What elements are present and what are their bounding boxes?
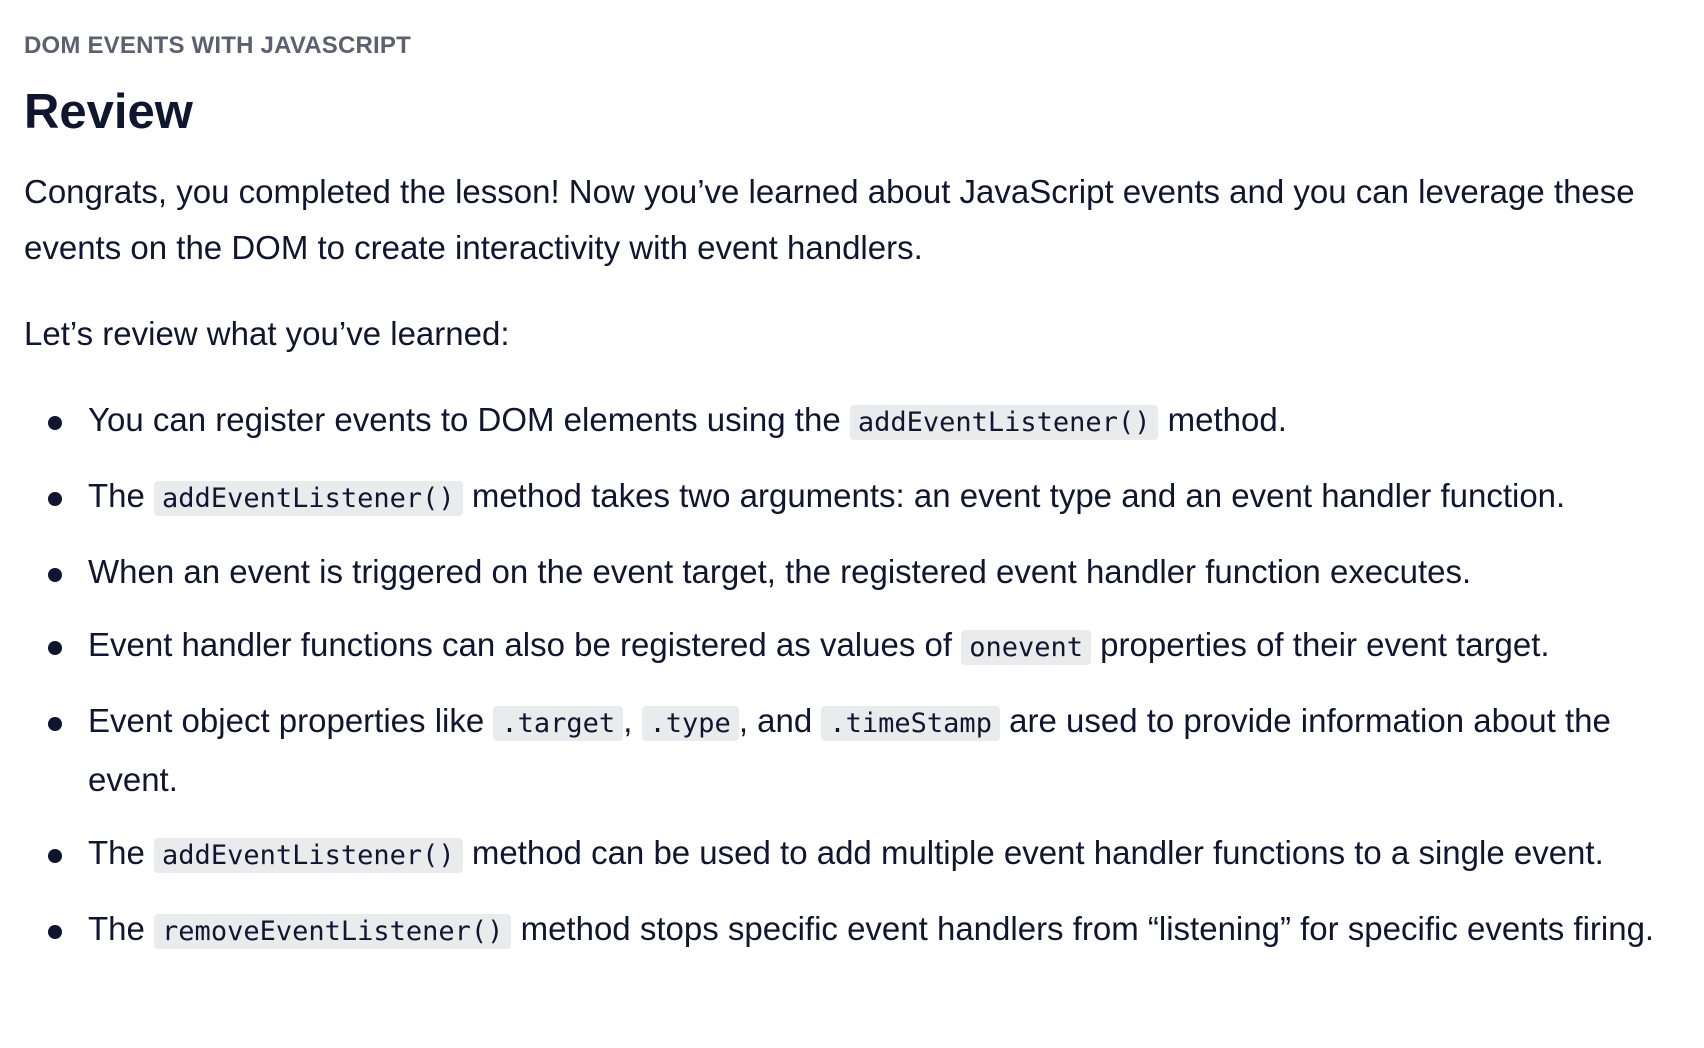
list-item: Event handler functions can also be regi… — [24, 617, 1680, 676]
intro-paragraph: Congrats, you completed the lesson! Now … — [24, 173, 1635, 266]
item-text: The — [88, 477, 155, 514]
code-snippet: addEventListener() — [154, 481, 463, 516]
code-snippet: onevent — [961, 630, 1091, 665]
review-list: You can register events to DOM elements … — [24, 392, 1680, 960]
list-item: You can register events to DOM elements … — [24, 392, 1680, 451]
code-snippet: addEventListener() — [154, 838, 463, 873]
item-text: , and — [738, 702, 822, 739]
item-text: Event handler functions can also be regi… — [88, 626, 962, 663]
bullet-icon — [48, 416, 62, 430]
item-text: When an event is triggered on the event … — [88, 553, 1472, 590]
list-item: The addEventListener() method can be use… — [24, 825, 1680, 884]
bullet-icon — [48, 568, 62, 582]
bullet-icon — [48, 717, 62, 731]
lesson-content: DOM EVENTS WITH JAVASCRIPT Review Congra… — [0, 0, 1680, 960]
bullet-icon — [48, 492, 62, 506]
item-text: Event object properties like — [88, 702, 494, 739]
bullet-icon — [48, 925, 62, 939]
list-item: The removeEventListener() method stops s… — [24, 901, 1680, 960]
item-text: The — [88, 834, 155, 871]
item-text: method. — [1158, 401, 1287, 438]
item-text: The — [88, 910, 155, 947]
page-title: Review — [24, 85, 193, 139]
bullet-icon — [48, 849, 62, 863]
code-snippet: removeEventListener() — [154, 914, 512, 949]
item-text: method can be used to add multiple event… — [462, 834, 1604, 871]
code-snippet: .type — [641, 706, 739, 741]
list-item: When an event is triggered on the event … — [24, 544, 1680, 600]
item-text: method stops specific event handlers fro… — [511, 910, 1655, 947]
code-snippet: .target — [493, 706, 624, 741]
list-item: Event object properties like .target, .t… — [24, 693, 1680, 808]
item-text: You can register events to DOM elements … — [88, 401, 850, 438]
code-snippet: .timeStamp — [821, 706, 1000, 741]
review-intro: Let’s review what you’ve learned: — [24, 315, 510, 352]
item-text: method takes two arguments: an event typ… — [462, 477, 1566, 514]
bullet-icon — [48, 641, 62, 655]
list-item: The addEventListener() method takes two … — [24, 468, 1680, 527]
course-eyebrow: DOM EVENTS WITH JAVASCRIPT — [24, 32, 411, 59]
code-snippet: addEventListener() — [849, 405, 1159, 440]
item-text: properties of their event target. — [1091, 626, 1550, 663]
item-text: , — [623, 702, 642, 739]
